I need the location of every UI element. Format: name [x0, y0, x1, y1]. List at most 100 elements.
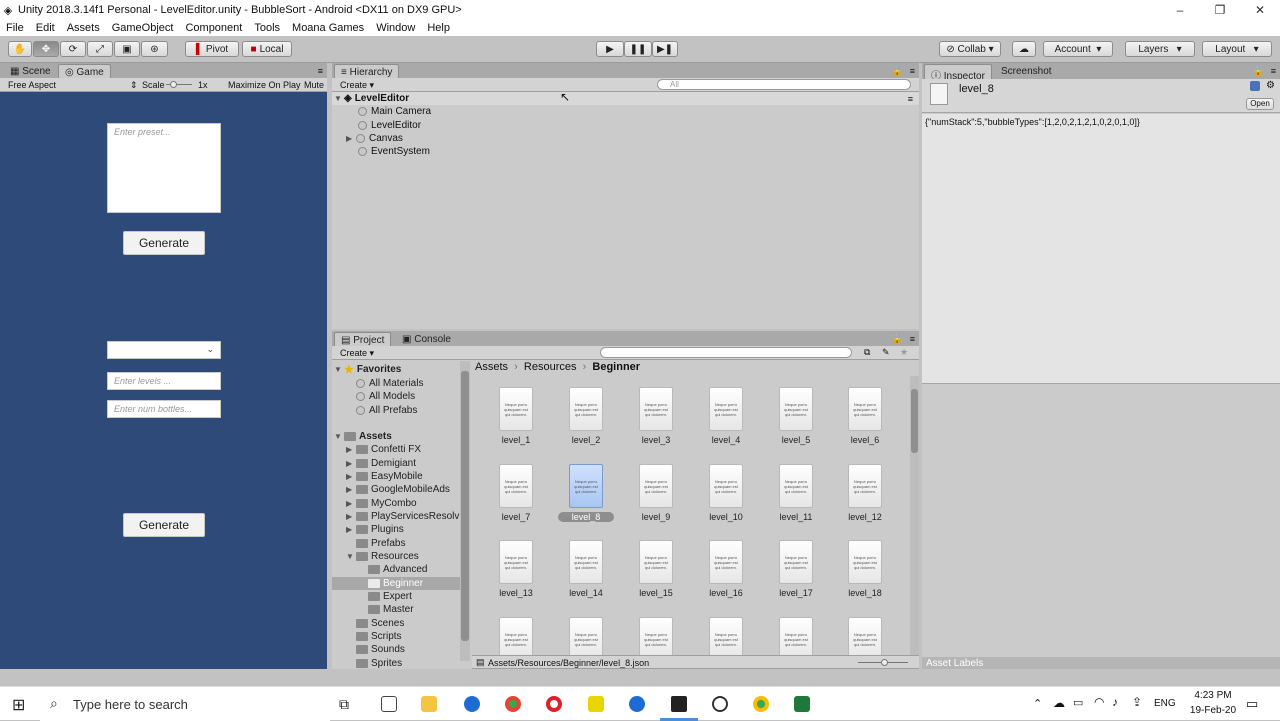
grid-scrollbar-thumb[interactable] [911, 389, 918, 453]
expand-arrow-icon[interactable]: ▼ [334, 94, 344, 103]
play-button[interactable]: ▶ [596, 41, 624, 57]
expand-arrow-icon[interactable]: ▶ [346, 512, 356, 521]
clock-date[interactable]: 19-Feb-20 [1183, 705, 1243, 716]
tree-favorites[interactable]: ▼ ★ Favorites [334, 363, 401, 376]
asset-tile[interactable]: Neque porro quisquam est qui dolorem. lev… [626, 460, 686, 526]
tree-item[interactable]: ▼ Resources [346, 550, 419, 563]
hierarchy-item[interactable]: LevelEditor [358, 119, 421, 132]
project-create-dropdown[interactable]: Create ▾ [340, 348, 374, 359]
asset-tile[interactable]: Neque porro quisquam est qui dolorem. lev… [835, 383, 895, 449]
tree-item[interactable]: All Materials [356, 377, 423, 390]
scene-row[interactable]: ▼ ◈ LevelEditor ≡ [332, 92, 919, 105]
mute-toggle[interactable]: Mute [304, 80, 324, 90]
filter-type-icon[interactable]: ⧉ [864, 347, 870, 358]
aspect-dropdown[interactable]: Free Aspect [8, 80, 56, 90]
tab-screenshot[interactable]: Screenshot [995, 64, 1058, 79]
levels-input[interactable]: Enter levels ... [107, 372, 221, 390]
lock-icon[interactable]: 🔒 [1253, 66, 1264, 77]
asset-tile[interactable]: Neque porro quisquam est qui dolorem. lev… [486, 383, 546, 449]
panel-menu-icon[interactable]: ≡ [910, 66, 915, 76]
favorite-star-icon[interactable]: ★ [900, 347, 908, 358]
hierarchy-item[interactable]: Main Camera [358, 105, 431, 118]
tree-item[interactable]: Expert [368, 590, 412, 603]
tree-item[interactable]: ▶ Confetti FX [346, 443, 421, 456]
tree-scrollbar-thumb[interactable] [461, 371, 469, 641]
tree-item[interactable]: ▶ PlayServicesResolv [346, 510, 459, 523]
expand-arrow-icon[interactable]: ▼ [346, 552, 356, 561]
close-button[interactable]: ✕ [1240, 3, 1280, 17]
asset-tile[interactable]: Neque porro quisquam est qui dolorem. lev… [556, 460, 616, 526]
wifi-icon[interactable]: ◠ [1094, 695, 1104, 709]
tab-project[interactable]: ▤ Project [334, 332, 392, 347]
icon-size-slider-thumb[interactable] [881, 659, 888, 666]
menu-edit[interactable]: Edit [30, 22, 61, 34]
tab-game[interactable]: ◎ Game [58, 64, 111, 79]
asset-tile[interactable]: Neque porro quisquam est qui dolorem. lev… [766, 536, 826, 602]
hierarchy-item[interactable]: EventSystem [358, 145, 430, 158]
hand-tool-icon[interactable]: ✋ [8, 41, 32, 57]
grid-scrollbar[interactable] [910, 376, 919, 659]
scale-slider-thumb[interactable] [170, 81, 177, 88]
pause-button[interactable]: ❚❚ [624, 41, 652, 57]
breadcrumb-item[interactable]: Resources [524, 361, 577, 373]
asset-tile[interactable]: Neque porro quisquam est qui dolorem. lev… [835, 536, 895, 602]
expand-arrow-icon[interactable]: ▶ [346, 445, 356, 454]
menu-tools[interactable]: Tools [248, 22, 286, 34]
tab-hierarchy[interactable]: ≡ Hierarchy [334, 64, 400, 79]
asset-tile[interactable]: Neque porro quisquam est qui dolorem. lev… [556, 383, 616, 449]
help-icon[interactable] [1250, 81, 1260, 91]
minimize-button[interactable]: – [1160, 3, 1200, 17]
language-indicator[interactable]: ENG [1154, 698, 1176, 709]
menu-file[interactable]: File [0, 22, 30, 34]
asset-tile[interactable]: Neque porro quisquam est qui dolorem. lev… [696, 536, 756, 602]
local-toggle[interactable]: ■ Local [242, 41, 292, 57]
tree-item[interactable]: Sprites [356, 657, 402, 669]
tree-scrollbar[interactable] [460, 361, 470, 661]
transform-tool-icon[interactable]: ⊛ [141, 41, 168, 57]
asset-tile[interactable]: Neque porro quisquam est qui dolorem. lev… [766, 383, 826, 449]
unity-icon[interactable] [671, 696, 687, 712]
pivot-toggle[interactable]: ▌ Pivot [185, 41, 239, 57]
asset-tile[interactable]: Neque porro quisquam est qui dolorem. lev… [696, 383, 756, 449]
lock-icon[interactable]: 🔒 [892, 334, 903, 345]
chrome-icon-2[interactable] [753, 696, 769, 712]
panel-menu-icon[interactable]: ≡ [318, 66, 323, 76]
project-search-input[interactable] [600, 347, 852, 358]
opera-icon[interactable] [546, 696, 562, 712]
step-button[interactable]: ▶❚ [652, 41, 678, 57]
taskbar-search-box[interactable]: ⌕ Type here to search [40, 687, 330, 721]
volume-icon[interactable]: ♪ [1112, 695, 1118, 709]
excel-icon[interactable] [794, 696, 810, 712]
hierarchy-item[interactable]: ▶ Canvas [346, 132, 403, 145]
restore-button[interactable]: ❐ [1200, 3, 1240, 17]
tree-item[interactable]: Prefabs [356, 537, 405, 550]
sync-icon[interactable]: ⇪ [1132, 695, 1142, 709]
move-tool-icon[interactable]: ✥ [33, 41, 59, 57]
panel-menu-icon[interactable]: ≡ [910, 334, 915, 344]
tree-item[interactable]: ▶ MyCombo [346, 497, 417, 510]
layers-dropdown[interactable]: Layers ▾ [1125, 41, 1195, 57]
generate-button-1[interactable]: Generate [123, 231, 205, 255]
maps-icon[interactable] [464, 696, 480, 712]
layout-dropdown[interactable]: Layout ▾ [1202, 41, 1272, 57]
menu-component[interactable]: Component [179, 22, 248, 34]
scale-tool-icon[interactable]: ⤢ [87, 41, 113, 57]
settings-gear-icon[interactable]: ⚙ [1266, 80, 1275, 91]
asset-tile[interactable]: Neque porro quisquam est qui dolorem. lev… [835, 460, 895, 526]
chevron-up-icon[interactable]: ⌃ [1033, 697, 1042, 710]
lock-icon[interactable]: 🔒 [892, 66, 903, 77]
asset-tile[interactable]: Neque porro quisquam est qui dolorem. [486, 613, 546, 658]
menu-window[interactable]: Window [370, 22, 421, 34]
menu-gameobject[interactable]: GameObject [106, 22, 180, 34]
expand-arrow-icon[interactable]: ▶ [346, 525, 356, 534]
asset-tile[interactable]: Neque porro quisquam est qui dolorem. lev… [486, 460, 546, 526]
expand-arrow-icon[interactable]: ▶ [346, 499, 356, 508]
tree-assets[interactable]: ▼ Assets [334, 430, 392, 443]
open-button[interactable]: Open [1246, 98, 1274, 110]
expand-arrow-icon[interactable]: ▼ [334, 365, 344, 374]
scene-menu-icon[interactable]: ≡ [908, 94, 913, 104]
expand-arrow-icon[interactable]: ▶ [346, 472, 356, 481]
asset-tile[interactable]: Neque porro quisquam est qui dolorem. lev… [486, 536, 546, 602]
tab-scene[interactable]: ▦ Scene [4, 64, 57, 79]
asset-tile[interactable]: Neque porro quisquam est qui dolorem. [556, 613, 616, 658]
